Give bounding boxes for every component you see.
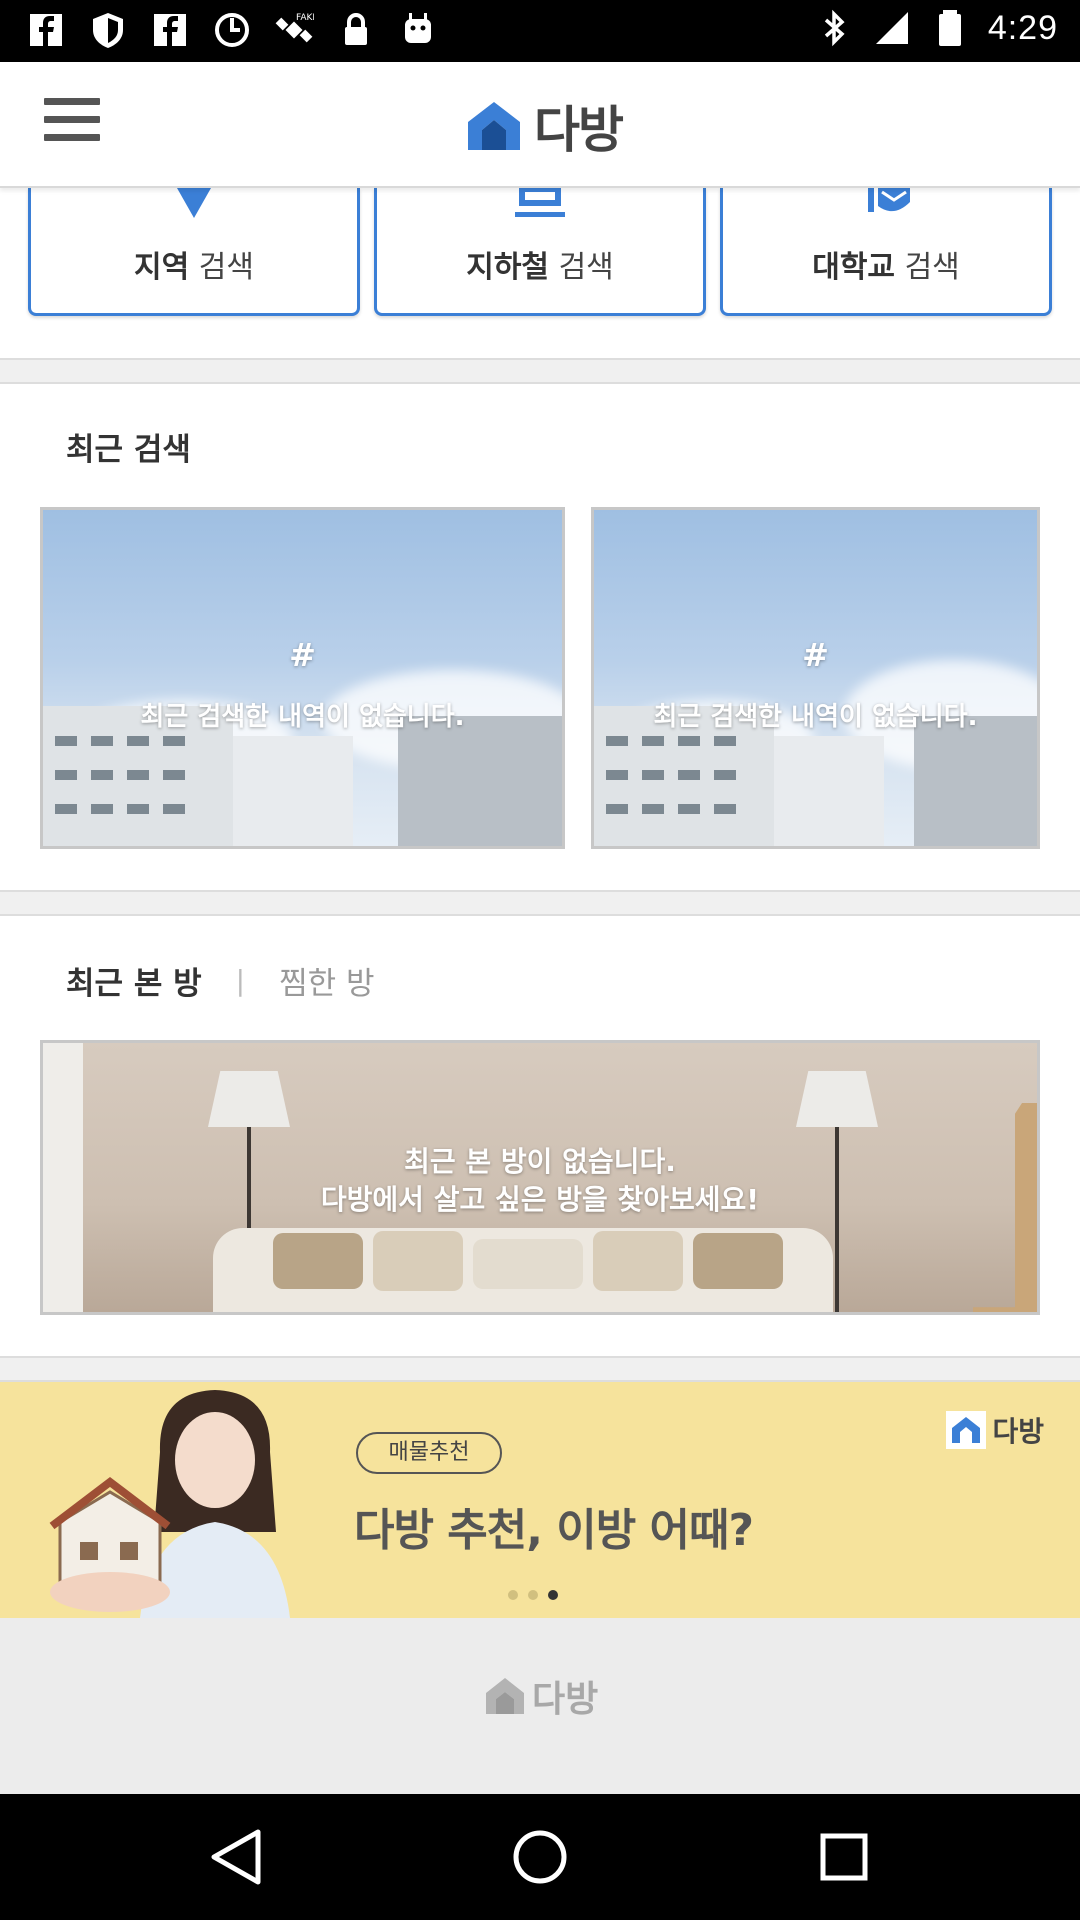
shield-icon: [93, 13, 123, 48]
recent-search-card[interactable]: # 최근 검색한 내역이 없습니다.: [40, 507, 565, 849]
status-bar-right-icons: 4:29: [814, 8, 1058, 48]
hamburger-menu-icon[interactable]: [44, 98, 100, 150]
footer: 다방: [0, 1618, 1080, 1794]
android-icon: [405, 13, 431, 43]
recent-search-title: 최근 검색: [66, 432, 191, 468]
subway-search-label: 지하철 검색: [466, 250, 614, 285]
recent-rooms-empty-line2: 다방에서 살고 싶은 방을 찾아보세요!: [320, 1183, 760, 1216]
lock-icon: [345, 13, 367, 45]
house-logo-icon: [946, 1411, 987, 1449]
app-logo-text: 다방: [534, 101, 624, 159]
signal-icon: [875, 12, 908, 44]
promo-banner[interactable]: 매물추천 다방 추천, 이방 어때? 다방: [0, 1382, 1080, 1618]
app-logo[interactable]: 다방: [466, 90, 624, 162]
section-divider: [0, 1356, 1080, 1382]
recent-search-section: 최근 검색 # 최근 검색한 내역이 없습니다. # 최근 검색한 내역이 없습…: [0, 384, 1080, 890]
promo-person-image: [49, 1390, 290, 1618]
subway-search-button[interactable]: 지하철 검색: [374, 188, 706, 316]
section-divider: [0, 890, 1080, 916]
recent-rooms-section: 최근 본 방 | 찜한 방 최근 본 방이 없습니다. 다방에서 살고 싶은 방…: [0, 916, 1080, 1356]
recents-icon[interactable]: [744, 1794, 944, 1920]
facebook-icon: [30, 14, 62, 46]
room-tabs: 최근 본 방 | 찜한 방: [66, 958, 375, 1003]
recent-search-empty-message: 최근 검색한 내역이 없습니다.: [653, 702, 978, 732]
tab-recent-rooms[interactable]: 최근 본 방: [66, 958, 202, 1003]
status-bar-left-icons: FAKE: [26, 10, 438, 50]
clock: 4:29: [987, 8, 1058, 47]
recent-rooms-empty-card[interactable]: 최근 본 방이 없습니다. 다방에서 살고 싶은 방을 찾아보세요!: [40, 1040, 1040, 1315]
banner-headline: 다방 추천, 이방 어때?: [354, 1505, 754, 1556]
region-search-button[interactable]: 지역 검색: [28, 188, 360, 316]
region-search-label: 지역 검색: [134, 250, 254, 285]
facebook-icon: [154, 14, 186, 46]
section-divider: [0, 358, 1080, 384]
subway-icon: [515, 188, 565, 217]
status-bar: FAKE 4:29: [0, 0, 1080, 62]
page-dot-active[interactable]: [548, 1590, 558, 1600]
university-search-label: 대학교 검색: [812, 250, 960, 285]
satellite-icon: FAKE: [275, 13, 314, 43]
university-search-button[interactable]: 대학교 검색: [720, 188, 1052, 316]
recommend-badge: 매물추천: [356, 1432, 502, 1474]
recent-search-hash: #: [802, 636, 829, 674]
battery-icon: [938, 10, 961, 46]
graduation-cap-icon: [868, 188, 910, 212]
recent-search-empty-message: 최근 검색한 내역이 없습니다.: [140, 702, 465, 732]
map-pin-icon: [177, 188, 211, 218]
page-dot[interactable]: [528, 1590, 538, 1600]
recent-search-hash: #: [289, 636, 316, 674]
recent-rooms-empty-line1: 최근 본 방이 없습니다.: [404, 1145, 676, 1178]
page-dot[interactable]: [508, 1590, 518, 1600]
house-logo-icon: [486, 1678, 524, 1714]
bluetooth-icon: [824, 9, 845, 47]
search-options: 지역 검색 지하철 검색 대학교 검색: [0, 188, 1080, 358]
footer-logo: 다방: [484, 1670, 598, 1722]
app-bar: 다방: [0, 62, 1080, 188]
sync-icon: [215, 13, 249, 47]
house-logo-icon: [468, 102, 520, 150]
tab-separator: |: [235, 964, 246, 997]
svg-text:FAKE: FAKE: [296, 13, 314, 23]
banner-page-indicator: [508, 1590, 558, 1600]
system-nav-bar: [0, 1794, 1080, 1920]
banner-logo: 다방: [946, 1410, 1044, 1450]
back-icon[interactable]: [136, 1794, 336, 1920]
tab-saved-rooms[interactable]: 찜한 방: [279, 958, 374, 1003]
home-icon[interactable]: [440, 1794, 640, 1920]
recent-search-card[interactable]: # 최근 검색한 내역이 없습니다.: [591, 507, 1040, 849]
